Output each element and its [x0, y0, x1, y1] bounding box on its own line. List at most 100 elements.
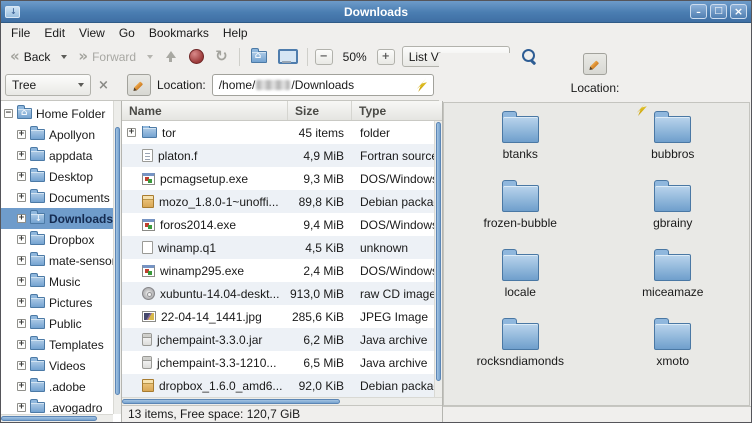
folder-item-btanks[interactable]: btanks — [444, 111, 597, 180]
edit-location-toggle[interactable] — [583, 53, 607, 75]
sidebar-item-mate-sensors[interactable]: mate-sensors- — [1, 250, 113, 271]
sidebar-item-desktop[interactable]: Desktop — [1, 166, 113, 187]
sidebar-item-pictures[interactable]: Pictures — [1, 292, 113, 313]
forward-history-dropdown[interactable] — [143, 53, 157, 61]
expand-expander[interactable] — [17, 277, 26, 286]
location-input-left[interactable]: /home//Downloads — [212, 74, 434, 96]
sidebar-item-documents[interactable]: Documents — [1, 187, 113, 208]
folder-item-rocksndiamonds[interactable]: rocksndiamonds — [444, 318, 597, 387]
computer-button[interactable] — [274, 47, 300, 66]
list-horizontal-scrollbar[interactable] — [122, 397, 442, 405]
file-row[interactable]: foros2014.exe9,4 MiBDOS/Windows ex — [122, 213, 442, 236]
location-quill-icon[interactable] — [416, 78, 427, 92]
sidebar-item-avogadro[interactable]: .avogadro — [1, 397, 113, 414]
back-button[interactable]: « Back — [6, 47, 54, 66]
file-row[interactable]: 22-04-14_1441.jpg285,6 KiBJPEG Image — [122, 305, 442, 328]
file-row[interactable]: pcmagsetup.exe9,3 MiBDOS/Windows ex — [122, 167, 442, 190]
status-bar: 13 items, Free space: 120,7 GiB — [122, 405, 442, 422]
zoom-in-button[interactable]: + — [377, 49, 395, 65]
expand-expander[interactable] — [127, 128, 136, 137]
expand-expander[interactable] — [17, 130, 26, 139]
sidebar-item-templates[interactable]: Templates — [1, 334, 113, 355]
menu-file[interactable]: File — [4, 24, 37, 42]
folder-icon — [30, 255, 45, 266]
expand-expander[interactable] — [17, 214, 26, 223]
back-history-dropdown[interactable] — [57, 53, 71, 61]
expand-expander[interactable] — [17, 256, 26, 265]
folder-item-gbrainy[interactable]: gbrainy — [597, 180, 750, 249]
scrollbar-thumb[interactable] — [122, 399, 340, 404]
search-icon[interactable] — [521, 48, 538, 65]
expand-expander[interactable] — [17, 151, 26, 160]
edit-location-toggle[interactable] — [127, 74, 151, 96]
file-row[interactable]: xubuntu-14.04-deskt...913,0 MiBraw CD im… — [122, 282, 442, 305]
expand-expander[interactable] — [17, 382, 26, 391]
folder-item-locale[interactable]: locale — [444, 249, 597, 318]
column-header-name[interactable]: Name — [122, 101, 288, 120]
sidebar-item-appdata[interactable]: appdata — [1, 145, 113, 166]
downloads-folder-icon[interactable] — [5, 6, 20, 18]
file-row[interactable]: dropbox_1.6.0_amd6...92,0 KiBDebian pack… — [122, 374, 442, 397]
sidebar-item-public[interactable]: Public — [1, 313, 113, 334]
file-row[interactable]: platon.f4,9 MiBFortran source co — [122, 144, 442, 167]
arrow-up-icon — [164, 50, 178, 64]
menu-bookmarks[interactable]: Bookmarks — [142, 24, 216, 42]
sidebar-item-dropbox[interactable]: Dropbox — [1, 229, 113, 250]
zoom-out-button[interactable]: − — [315, 49, 333, 65]
home-button[interactable] — [247, 49, 271, 65]
minimize-button[interactable] — [690, 4, 707, 19]
sidebar-item-adobe[interactable]: .adobe — [1, 376, 113, 397]
folder-item-bubbros[interactable]: bubbros — [597, 111, 750, 180]
menu-view[interactable]: View — [72, 24, 112, 42]
list-vertical-scrollbar[interactable] — [434, 121, 442, 397]
side-pane-selector[interactable]: Tree — [5, 74, 91, 96]
reload-button[interactable] — [211, 47, 232, 66]
folder-item-miceamaze[interactable]: miceamaze — [597, 249, 750, 318]
column-header-type[interactable]: Type — [352, 101, 442, 120]
sidebar-item-downloads[interactable]: Downloads — [1, 208, 113, 229]
expand-expander[interactable] — [17, 235, 26, 244]
file-row[interactable]: jchempaint-3.3-1210...6,5 MiBJava archiv… — [122, 351, 442, 374]
icon-view-pane: btanks bubbros frozen-bubble gbrainy loc… — [443, 101, 751, 422]
maximize-button[interactable] — [710, 4, 727, 19]
scrollbar-thumb[interactable] — [115, 127, 120, 395]
file-row[interactable]: winamp.q14,5 KiBunknown — [122, 236, 442, 259]
file-row[interactable]: mozo_1.8.0-1~unoffi...89,8 KiBDebian pac… — [122, 190, 442, 213]
scrollbar-thumb[interactable] — [436, 122, 441, 381]
folder-item-xmoto[interactable]: xmoto — [597, 318, 750, 387]
expand-expander[interactable] — [17, 298, 26, 307]
sidebar-item-music[interactable]: Music — [1, 271, 113, 292]
column-header-size[interactable]: Size — [288, 101, 352, 120]
forward-button[interactable]: » Forward — [74, 47, 140, 66]
up-button[interactable] — [160, 48, 182, 66]
menu-go[interactable]: Go — [112, 24, 142, 42]
menu-help[interactable]: Help — [216, 24, 255, 42]
sidebar-horizontal-scrollbar[interactable] — [1, 414, 113, 422]
sidebar-item-videos[interactable]: Videos — [1, 355, 113, 376]
collapse-expander[interactable] — [4, 109, 13, 118]
folder-item-frozen-bubble[interactable]: frozen-bubble — [444, 180, 597, 249]
expand-expander[interactable] — [17, 172, 26, 181]
menu-edit[interactable]: Edit — [37, 24, 72, 42]
stop-button[interactable] — [185, 47, 208, 66]
sidebar-item-home-folder[interactable]: Home Folder — [1, 103, 113, 124]
file-list-pane: Name Size Type tor45 itemsfolder platon.… — [122, 101, 443, 422]
location-bar: Tree × Location: /home//Downloads Locati… — [1, 70, 751, 101]
expand-expander[interactable] — [17, 403, 26, 412]
expand-expander[interactable] — [17, 340, 26, 349]
zoom-level: 50% — [336, 50, 374, 64]
text-file-icon — [142, 149, 153, 162]
redacted-username — [256, 80, 290, 90]
expand-expander[interactable] — [17, 193, 26, 202]
file-row[interactable]: winamp295.exe2,4 MiBDOS/Windows ex — [122, 259, 442, 282]
close-side-pane-button[interactable]: × — [96, 77, 111, 94]
expand-expander[interactable] — [17, 319, 26, 328]
file-row[interactable]: jchempaint-3.3.0.jar6,2 MiBJava archive — [122, 328, 442, 351]
scrollbar-thumb[interactable] — [1, 416, 97, 421]
expand-expander[interactable] — [17, 361, 26, 370]
sidebar-vertical-scrollbar[interactable] — [113, 101, 121, 414]
close-button[interactable] — [730, 4, 747, 19]
sidebar-item-apollyon[interactable]: Apollyon — [1, 124, 113, 145]
file-row[interactable]: tor45 itemsfolder — [122, 121, 442, 144]
jpeg-image-icon — [142, 311, 156, 322]
